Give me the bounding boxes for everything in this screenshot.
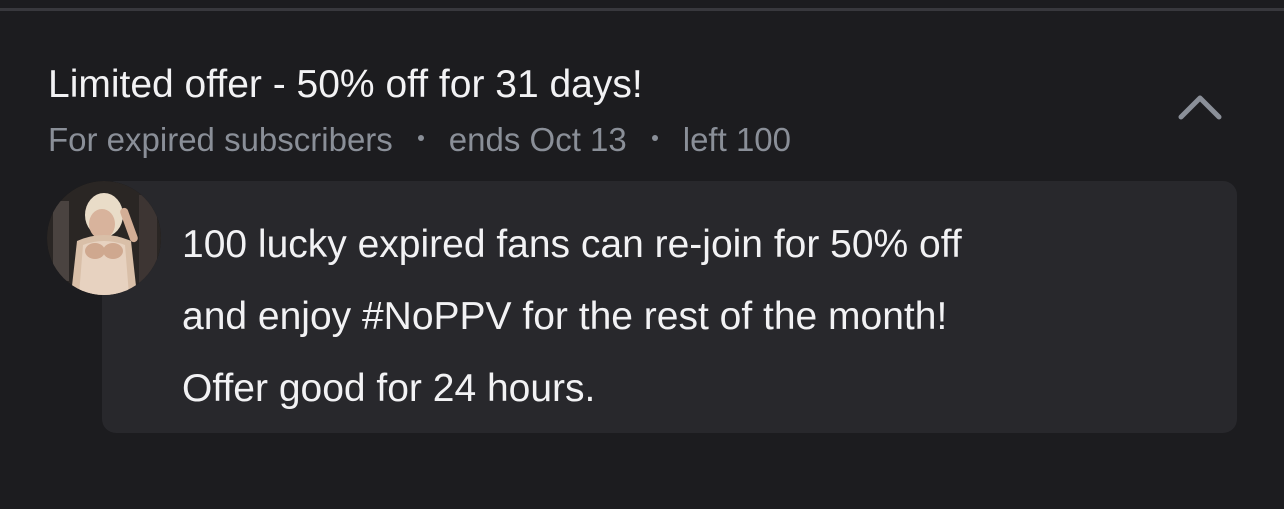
message-line: Offer good for 24 hours. bbox=[182, 367, 596, 410]
avatar[interactable] bbox=[47, 181, 161, 295]
chevron-up-icon bbox=[1178, 95, 1222, 120]
meta-separator-dot bbox=[651, 135, 658, 141]
message-bubble: 100 lucky expired fans can re-join for 5… bbox=[102, 181, 1237, 433]
avatar-image bbox=[47, 181, 161, 295]
message-text: 100 lucky expired fans can re-join for 5… bbox=[182, 209, 1222, 425]
message-line: 100 lucky expired fans can re-join for 5… bbox=[182, 223, 962, 266]
collapse-button[interactable] bbox=[1168, 79, 1232, 133]
offer-meta: For expired subscribers ends Oct 13 left… bbox=[48, 118, 791, 162]
offer-title: Limited offer - 50% off for 31 days! bbox=[48, 63, 643, 106]
meta-separator-dot bbox=[417, 135, 424, 141]
offer-remaining-count: left 100 bbox=[682, 121, 791, 158]
offer-end-date: ends Oct 13 bbox=[448, 121, 627, 158]
message-line: and enjoy #NoPPV for the rest of the mon… bbox=[182, 295, 948, 338]
offer-audience: For expired subscribers bbox=[48, 121, 393, 158]
